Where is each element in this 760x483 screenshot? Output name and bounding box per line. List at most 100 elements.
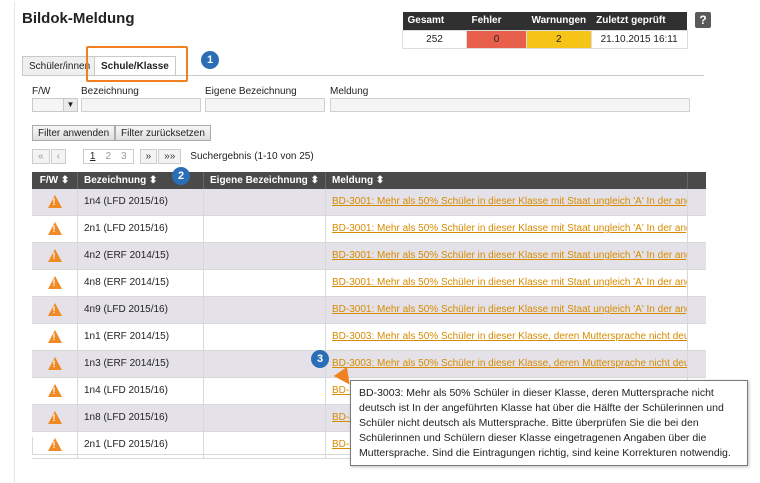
eigene-cell: [204, 216, 326, 242]
column-meldung-header[interactable]: Meldung ⬍: [326, 172, 688, 189]
callout-badge-1: 1: [201, 51, 219, 69]
meldung-cell: BD-3001: Mehr als 50% Schüler in dieser …: [326, 243, 688, 269]
filter-fw-label: F/W: [32, 86, 51, 97]
bezeichnung-cell: 1n8 (LFD 2015/16): [78, 405, 204, 431]
stats-header-fehler: Fehler: [466, 12, 527, 30]
meldung-link[interactable]: BD-3001: Mehr als 50% Schüler in dieser …: [332, 277, 687, 288]
callout-badge-2: 2: [172, 167, 190, 185]
eigene-cell: [204, 270, 326, 296]
column-bezeichnung-label: Bezeichnung: [84, 175, 147, 186]
warning-icon: [47, 302, 62, 316]
meldung-link[interactable]: BD-3001: Mehr als 50% Schüler in dieser …: [332, 250, 687, 261]
fw-cell: [32, 243, 78, 269]
pagination: « ‹ 1 2 3 » »» Suchergebnis (1-10 von 25…: [32, 148, 314, 165]
grid-header: F/W ⬍ Bezeichnung ⬍ Eigene Bezeichnung ⬍…: [32, 172, 706, 189]
sort-icon: ⬍: [375, 175, 385, 186]
bezeichnung-cell: 1n3 (ERF 2014/15): [78, 351, 204, 377]
filter-meldung-input[interactable]: [330, 98, 690, 112]
fw-cell: [32, 216, 78, 242]
table-row[interactable]: 1n4 (LFD 2015/16) BD-3001: Mehr als 50% S…: [32, 189, 706, 216]
last-page-button[interactable]: »»: [158, 149, 182, 164]
spacer-cell: [688, 270, 706, 296]
bezeichnung-cell: 4n9 (LFD 2015/16): [78, 297, 204, 323]
spacer-cell: [688, 297, 706, 323]
chevron-down-icon: ▼: [63, 99, 77, 111]
meldung-cell: BD-3001: Mehr als 50% Schüler in dieser …: [326, 189, 688, 215]
meldung-link[interactable]: BD-3003: Mehr als 50% Schüler in dieser …: [332, 358, 687, 369]
filter-eigene-label: Eigene Bezeichnung: [205, 86, 297, 97]
eigene-cell: [204, 243, 326, 269]
stats-value-zuletzt: 21.10.2015 16:11: [590, 29, 688, 49]
eigene-cell: [204, 297, 326, 323]
warning-icon: [47, 383, 62, 397]
filter-bezeichnung-input[interactable]: [81, 98, 201, 112]
column-eigene-header[interactable]: Eigene Bezeichnung ⬍: [204, 172, 326, 189]
help-icon[interactable]: ?: [695, 12, 711, 28]
table-row[interactable]: 4n9 (LFD 2015/16) BD-3001: Mehr als 50% S…: [32, 297, 706, 324]
warning-icon: [47, 329, 62, 343]
meldung-link[interactable]: BD-3001: Mehr als 50% Schüler in dieser …: [332, 196, 687, 207]
warning-icon: [47, 221, 62, 235]
meldung-link[interactable]: BD-3003: Mehr als 50% Schüler in dieser …: [332, 331, 687, 342]
bezeichnung-cell: 1n4 (LFD 2015/16): [78, 189, 204, 215]
column-eigene-label: Eigene Bezeichnung: [210, 175, 308, 186]
first-page-button[interactable]: «: [32, 149, 50, 164]
filter-bezeichnung-label: Bezeichnung: [81, 86, 139, 97]
sort-icon: ⬍: [310, 175, 319, 186]
warning-icon: [47, 275, 62, 289]
stats-table: Gesamt Fehler Warnungen Zuletzt geprüft …: [402, 12, 688, 49]
filter-meldung-label: Meldung: [330, 86, 369, 97]
spacer-cell: [688, 324, 706, 350]
table-row[interactable]: 1n1 (ERF 2014/15) BD-3003: Mehr als 50% S…: [32, 324, 706, 351]
fw-cell: [32, 405, 78, 431]
column-fw-label: F/W: [39, 175, 59, 186]
stats-value-gesamt: 252: [402, 29, 467, 49]
fw-cell: [32, 297, 78, 323]
filter-apply-button[interactable]: Filter anwenden: [32, 125, 116, 141]
eigene-cell: [204, 378, 326, 404]
table-row[interactable]: 2n1 (LFD 2015/16) BD-3001: Mehr als 50% S…: [32, 216, 706, 243]
filter-fw-select[interactable]: ▼: [32, 98, 78, 112]
bezeichnung-cell: 1n4 (LFD 2015/16): [78, 378, 204, 404]
page-3-link[interactable]: 3: [121, 150, 127, 163]
stats-header-zuletzt: Zuletzt geprüft: [591, 12, 688, 30]
fw-cell: [32, 324, 78, 350]
warning-icon: [47, 248, 62, 262]
fw-cell: [32, 378, 78, 404]
bezeichnung-cell: 2n1 (LFD 2015/16): [78, 216, 204, 242]
page-numbers: 1 2 3: [82, 149, 134, 164]
prev-page-button[interactable]: ‹: [50, 149, 66, 164]
page-2-link[interactable]: 2: [105, 150, 111, 163]
meldung-cell: BD-3001: Mehr als 50% Schüler in dieser …: [326, 297, 688, 323]
meldung-link[interactable]: BD-3001: Mehr als 50% Schüler in dieser …: [332, 223, 687, 234]
page-1-link[interactable]: 1: [90, 150, 96, 163]
stats-value-warnungen: 2: [526, 29, 592, 49]
column-spacer: [688, 172, 706, 189]
spacer-cell: [688, 216, 706, 242]
page-title: Bildok-Meldung: [22, 10, 135, 27]
table-row[interactable]: 4n8 (ERF 2014/15) BD-3001: Mehr als 50% S…: [32, 270, 706, 297]
eigene-cell: [204, 324, 326, 350]
warning-icon: [47, 194, 62, 208]
meldung-cell: BD-3003: Mehr als 50% Schüler in dieser …: [326, 351, 688, 377]
search-result-count: Suchergebnis (1-10 von 25): [190, 151, 314, 162]
meldung-cell: BD-3001: Mehr als 50% Schüler in dieser …: [326, 216, 688, 242]
meldung-cell: BD-3001: Mehr als 50% Schüler in dieser …: [326, 270, 688, 296]
stats-value-fehler: 0: [466, 29, 527, 49]
table-row[interactable]: 4n2 (ERF 2014/15) BD-3001: Mehr als 50% S…: [32, 243, 706, 270]
meldung-link[interactable]: BD-3001: Mehr als 50% Schüler in dieser …: [332, 304, 687, 315]
next-page-button[interactable]: »: [139, 149, 158, 164]
warning-icon: [47, 410, 62, 424]
filter-eigene-input[interactable]: [205, 98, 325, 112]
callout-badge-3: 3: [311, 350, 329, 368]
column-fw-header[interactable]: F/W ⬍: [32, 172, 78, 189]
table-row[interactable]: 1n3 (ERF 2014/15) BD-3003: Mehr als 50% S…: [32, 351, 706, 378]
column-meldung-label: Meldung: [332, 175, 374, 186]
sort-icon: ⬍: [149, 175, 158, 186]
eigene-cell: [204, 351, 326, 377]
stats-header-warnungen: Warnungen: [526, 12, 592, 30]
fw-cell: [32, 189, 78, 215]
filter-reset-button[interactable]: Filter zurücksetzen: [115, 125, 211, 141]
meldung-tooltip: BD-3003: Mehr als 50% Schüler in dieser …: [350, 380, 748, 466]
stats-header-gesamt: Gesamt: [402, 12, 467, 30]
